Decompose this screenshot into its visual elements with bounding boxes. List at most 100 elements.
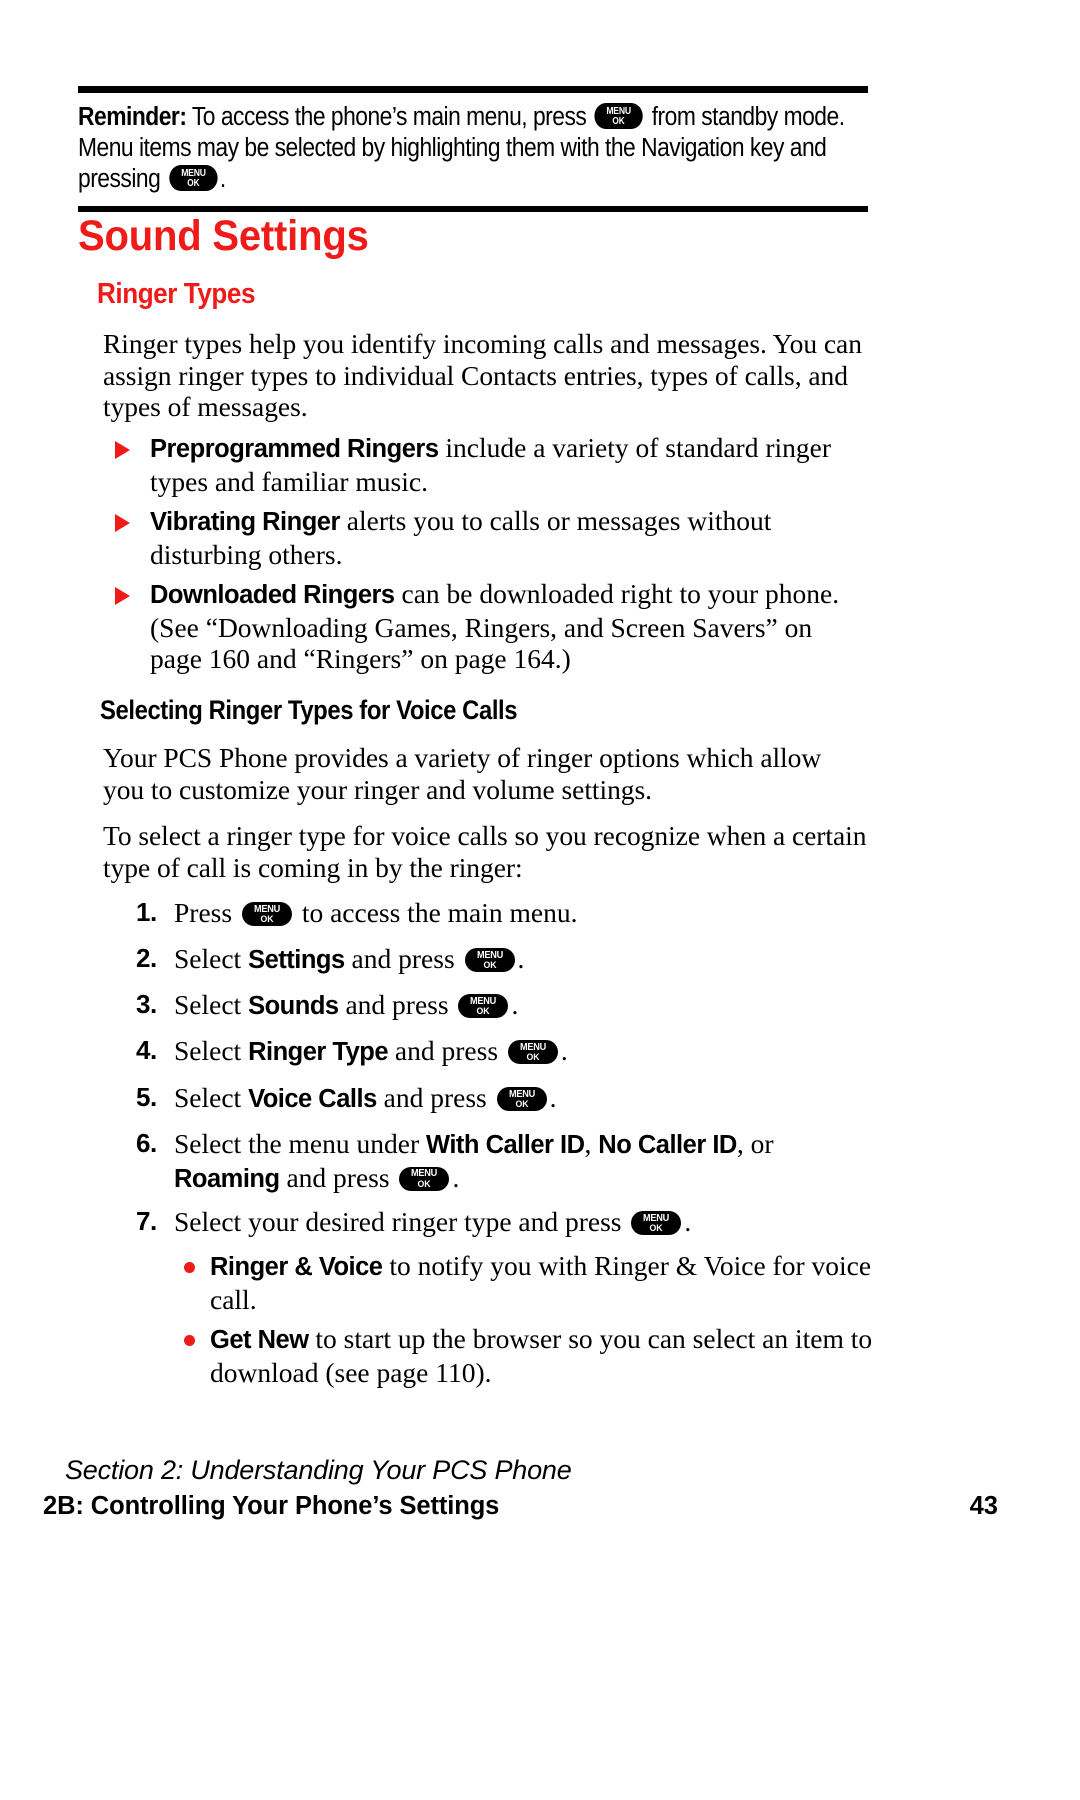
step-text-post: to access the main menu. bbox=[294, 897, 578, 928]
menu-ok-key-icon: MENU OK bbox=[496, 1087, 547, 1111]
sub-list-item: Ringer & Voice to notify you with Ringer… bbox=[178, 1250, 878, 1315]
menu-ok-key-icon: MENU OK bbox=[399, 1166, 450, 1191]
subsection-heading-selecting-ringer-types: Selecting Ringer Types for Voice Calls bbox=[100, 695, 518, 725]
step-text-post: . bbox=[517, 943, 525, 974]
round-bullet-icon bbox=[184, 1262, 195, 1273]
step-number: 3. bbox=[136, 989, 157, 1019]
footer-chapter-label: 2B: Controlling Your Phone’s Settings bbox=[43, 1492, 500, 1520]
menu-ok-key-bottom-label: OK bbox=[260, 914, 274, 925]
step-text-pre: Press bbox=[174, 897, 239, 928]
step-menu-name-1: With Caller ID bbox=[426, 1131, 585, 1159]
menu-ok-key-icon: MENU OK bbox=[631, 1211, 682, 1235]
menu-ok-key-bottom-label: OK bbox=[186, 178, 200, 189]
step-item: 2. Select Settings and press MENU OK. bbox=[136, 943, 876, 977]
sub-list-item: Get New to start up the browser so you c… bbox=[178, 1323, 878, 1388]
section-heading-ringer-types: Ringer Types bbox=[97, 278, 256, 310]
step-number: 2. bbox=[136, 943, 157, 973]
triangle-bullet-icon bbox=[115, 514, 130, 532]
step-number: 5. bbox=[136, 1082, 157, 1112]
reminder-box: Reminder: To access the phone’s main men… bbox=[78, 86, 868, 212]
menu-ok-key-icon: MENU OK bbox=[464, 948, 515, 972]
step-menu-name-3: Roaming bbox=[174, 1164, 280, 1193]
step-text-mid: and press bbox=[338, 989, 456, 1020]
menu-ok-key-top-label: MENU bbox=[253, 903, 280, 915]
sub-list-item-text: to start up the browser so you can selec… bbox=[210, 1323, 873, 1388]
step-text-mid: and press bbox=[279, 1161, 397, 1193]
menu-ok-key-top-label: MENU bbox=[470, 995, 497, 1007]
list-item-lead: Vibrating Ringer bbox=[150, 508, 340, 536]
step-text-post: . bbox=[684, 1206, 692, 1237]
step-text-pre: Select your desired ringer type and pres… bbox=[174, 1206, 629, 1237]
list-item-lead: Downloaded Ringers bbox=[150, 581, 395, 609]
step-text-pre: Select the menu under bbox=[174, 1128, 426, 1159]
list-item-lead: Preprogrammed Ringers bbox=[150, 435, 439, 463]
menu-ok-key-bottom-label: OK bbox=[649, 1223, 663, 1234]
menu-ok-key-icon: MENU OK bbox=[507, 1040, 558, 1064]
menu-ok-key-icon: MENU OK bbox=[594, 103, 644, 129]
step-text-pre: Select bbox=[174, 943, 249, 974]
step-item: 6. Select the menu under With Caller ID , … bbox=[136, 1128, 876, 1195]
step-menu-name: Voice Calls bbox=[248, 1085, 377, 1113]
sub-list-item-lead: Ringer & Voice bbox=[210, 1253, 383, 1281]
menu-ok-key-icon: MENU OK bbox=[168, 165, 218, 191]
step-text-post: . bbox=[549, 1082, 557, 1113]
step-number: 1. bbox=[136, 897, 157, 927]
step-number: 7. bbox=[136, 1206, 157, 1236]
menu-ok-key-bottom-label: OK bbox=[476, 1006, 490, 1017]
manual-page: Reminder: To access the phone’s main men… bbox=[0, 0, 1080, 1800]
step-item: 4. Select Ringer Type and press MENU OK. bbox=[136, 1035, 876, 1069]
sub-list-item-lead: Get New bbox=[210, 1326, 309, 1354]
menu-ok-key-top-label: MENU bbox=[476, 949, 503, 961]
step-item: 7. Select your desired ringer type and pr… bbox=[136, 1206, 876, 1238]
reminder-text-part3: . bbox=[219, 165, 226, 193]
list-item: Downloaded Ringers can be downloaded rig… bbox=[112, 578, 864, 675]
menu-ok-key-icon: MENU OK bbox=[241, 902, 292, 926]
list-item: Vibrating Ringer alerts you to calls or … bbox=[112, 505, 864, 570]
step-text-post: . bbox=[560, 1035, 568, 1066]
voice-intro-paragraph: Your PCS Phone provides a variety of rin… bbox=[103, 742, 822, 805]
footer-section-label: Section 2: Understanding Your PCS Phone bbox=[65, 1455, 572, 1485]
page-number: 43 bbox=[969, 1492, 998, 1520]
step-item: 5. Select Voice Calls and press MENU OK. bbox=[136, 1082, 876, 1116]
voice-steps-intro-paragraph: To select a ringer type for voice calls … bbox=[103, 820, 867, 883]
menu-ok-key-bottom-label: OK bbox=[612, 116, 626, 127]
step-item: 1. Press MENU OK to access the main menu. bbox=[136, 897, 876, 929]
triangle-bullet-icon bbox=[115, 587, 130, 605]
round-bullet-icon bbox=[184, 1335, 195, 1346]
step-menu-name-2: No Caller ID bbox=[598, 1131, 737, 1159]
step-menu-name: Settings bbox=[248, 946, 345, 974]
menu-ok-key-top-label: MENU bbox=[180, 167, 206, 179]
menu-ok-key-bottom-label: OK bbox=[526, 1052, 540, 1063]
reminder-text: Reminder: To access the phone’s main men… bbox=[78, 102, 870, 195]
step-text-mid: and press bbox=[388, 1035, 505, 1066]
step-text-sep1: , bbox=[584, 1128, 599, 1159]
step-text-post: . bbox=[452, 1161, 460, 1193]
step-menu-name: Sounds bbox=[248, 992, 339, 1020]
menu-ok-key-top-label: MENU bbox=[519, 1041, 546, 1053]
step-text-sep2: , or bbox=[736, 1128, 774, 1159]
step-number: 4. bbox=[136, 1035, 157, 1065]
intro-paragraph: Ringer types help you identify incoming … bbox=[103, 328, 862, 423]
menu-ok-key-top-label: MENU bbox=[508, 1088, 535, 1100]
page-title: Sound Settings bbox=[78, 212, 369, 260]
menu-ok-key-bottom-label: OK bbox=[417, 1178, 432, 1190]
menu-ok-key-top-label: MENU bbox=[411, 1168, 438, 1180]
step-menu-name: Ringer Type bbox=[248, 1038, 389, 1066]
list-item: Preprogrammed Ringers include a variety … bbox=[112, 432, 864, 497]
menu-ok-key-bottom-label: OK bbox=[482, 960, 497, 971]
reminder-text-part1: To access the phone’s main menu, press bbox=[186, 103, 593, 131]
menu-ok-key-top-label: MENU bbox=[643, 1212, 670, 1224]
step-text-pre: Select bbox=[174, 989, 249, 1020]
reminder-label: Reminder: bbox=[78, 103, 187, 131]
step-text-pre: Select bbox=[174, 1082, 249, 1113]
step-text-post: . bbox=[511, 989, 519, 1020]
step-item: 3. Select Sounds and press MENU OK. bbox=[136, 989, 876, 1023]
triangle-bullet-icon bbox=[115, 441, 130, 459]
step-number: 6. bbox=[136, 1128, 157, 1158]
step-text-mid: and press bbox=[344, 943, 462, 974]
menu-ok-key-top-label: MENU bbox=[606, 105, 632, 117]
step-text-pre: Select bbox=[174, 1035, 249, 1066]
menu-ok-key-bottom-label: OK bbox=[515, 1099, 529, 1110]
step-text-mid: and press bbox=[376, 1082, 494, 1113]
menu-ok-key-icon: MENU OK bbox=[458, 994, 509, 1018]
